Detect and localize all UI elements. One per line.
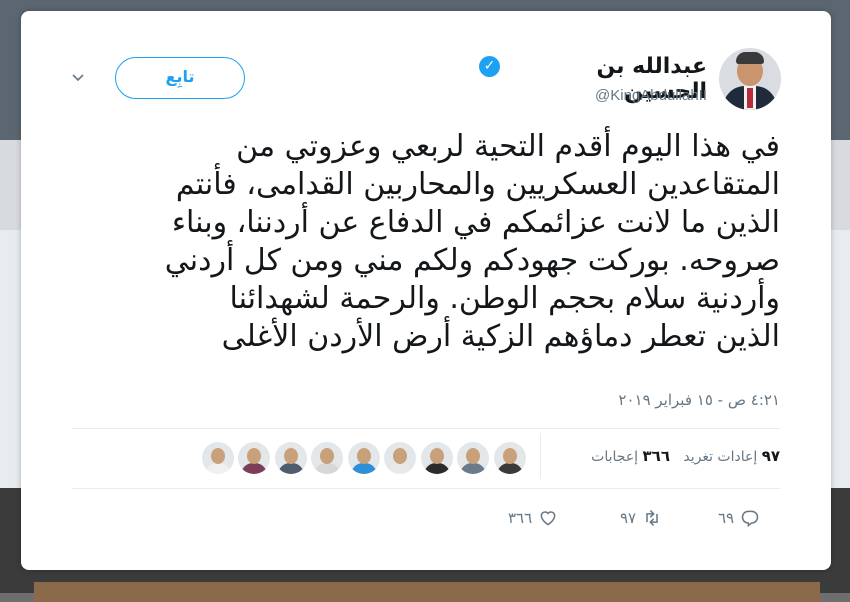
divider — [72, 488, 780, 489]
liker-avatar[interactable] — [457, 442, 489, 474]
retweets-count[interactable]: ٩٧ — [762, 447, 780, 465]
verified-badge-icon: ✓ — [479, 56, 500, 77]
liker-avatar[interactable] — [311, 442, 343, 474]
like-count: ٣٦٦ — [508, 509, 533, 527]
user-handle[interactable]: @KingAbdullahII — [550, 87, 707, 104]
reply-icon — [741, 510, 759, 527]
liker-avatar[interactable] — [201, 442, 234, 474]
retweet-icon — [646, 509, 658, 527]
retweet-action[interactable]: ٩٧ — [620, 506, 662, 530]
tweet-text: في هذا اليوم أقدم التحية لربعي وعزوتي من… — [164, 129, 780, 354]
likes-count[interactable]: ٣٦٦ — [643, 447, 670, 465]
reply-action[interactable]: ٦٩ — [718, 506, 760, 530]
liker-avatar[interactable] — [347, 442, 380, 474]
like-action[interactable]: ٣٦٦ — [508, 506, 558, 530]
heart-icon — [540, 511, 556, 526]
reply-count: ٦٩ — [718, 509, 735, 527]
background-photo — [34, 582, 820, 602]
liker-avatar[interactable] — [238, 442, 270, 474]
divider — [72, 428, 780, 429]
follow-button[interactable]: تابِع — [115, 57, 245, 99]
tweet-stats: ٩٧ إعادات تغريد ٣٦٦ إعجابات — [545, 447, 780, 465]
chevron-down-icon[interactable] — [72, 72, 84, 84]
tweet-timestamp[interactable]: ٤:٢١ ص - ١٥ فبراير ٢٠١٩ — [560, 391, 780, 409]
retweets-label[interactable]: إعادات تغريد — [683, 449, 757, 465]
likes-label[interactable]: إعجابات — [591, 449, 638, 465]
liker-avatar[interactable] — [420, 442, 453, 474]
liker-avatar[interactable] — [493, 442, 526, 474]
liker-avatar[interactable] — [274, 442, 307, 474]
stats-separator — [540, 433, 541, 479]
avatar[interactable] — [719, 48, 781, 110]
liker-avatar[interactable] — [384, 442, 416, 474]
retweet-count: ٩٧ — [620, 509, 637, 527]
